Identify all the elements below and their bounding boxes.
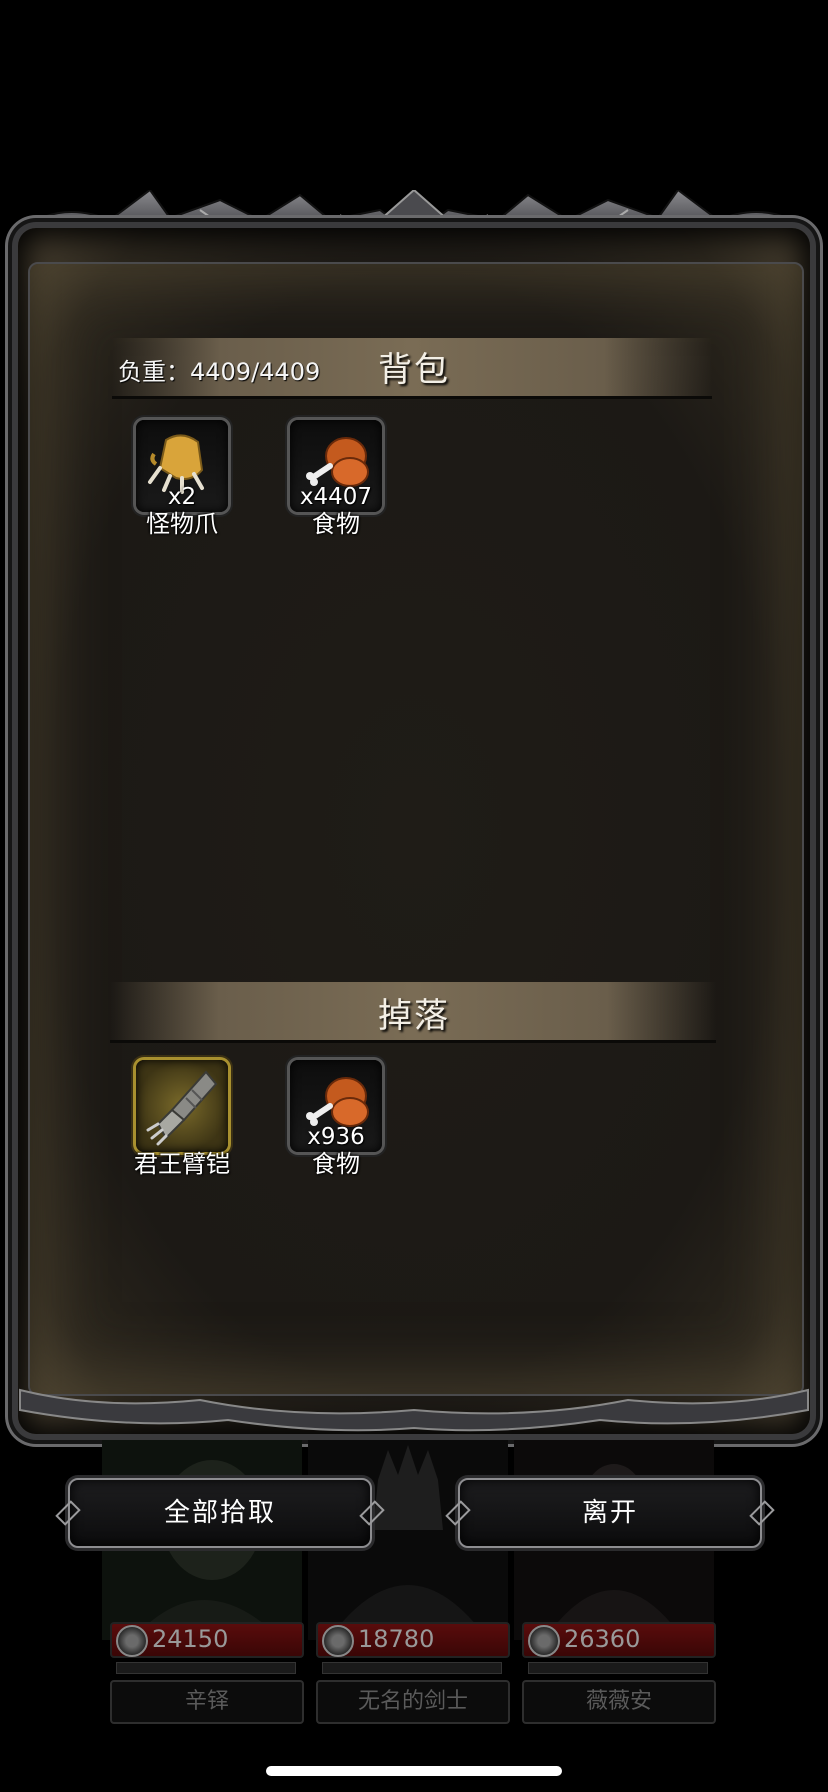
- hp-value: 26360: [564, 1625, 641, 1653]
- hp-value: 18780: [358, 1625, 435, 1653]
- loot-title: 掉落: [378, 996, 450, 1036]
- pickup-all-button[interactable]: 全部拾取: [68, 1478, 372, 1548]
- leave-button[interactable]: 离开: [458, 1478, 762, 1548]
- party-member-name: 无名的剑士: [316, 1680, 510, 1724]
- party-member-name: 薇薇安: [522, 1680, 716, 1724]
- backpack-slot-monster-claw[interactable]: x2: [136, 420, 228, 512]
- loot-slot-food[interactable]: x936: [290, 1060, 382, 1152]
- item-name: 食物: [312, 510, 360, 538]
- sub-bar: [116, 1662, 296, 1674]
- frame-bottom-ornament: [19, 1388, 809, 1432]
- backpack-title: 背包: [378, 350, 450, 390]
- party-member-name: 辛铎: [110, 1680, 304, 1724]
- sub-bar: [322, 1662, 502, 1674]
- hp-bar: 18780: [316, 1622, 510, 1658]
- loot-slot-gauntlet[interactable]: [136, 1060, 228, 1152]
- hp-orb-icon: [528, 1625, 560, 1657]
- hp-bar: 26360: [522, 1622, 716, 1658]
- weight-capacity-label: 负重：4409/4409: [118, 358, 321, 386]
- gauntlet-icon: [146, 1070, 218, 1146]
- hp-value: 24150: [152, 1625, 229, 1653]
- hp-bar: 24150: [110, 1622, 304, 1658]
- item-name: 君王臂铠: [134, 1150, 230, 1178]
- hp-orb-icon: [322, 1625, 354, 1657]
- sub-bar: [528, 1662, 708, 1674]
- item-name: 食物: [312, 1150, 360, 1178]
- hp-orb-icon: [116, 1625, 148, 1657]
- home-indicator[interactable]: [266, 1766, 562, 1776]
- item-name: 怪物爪: [146, 510, 218, 538]
- backpack-slot-food[interactable]: x4407: [290, 420, 382, 512]
